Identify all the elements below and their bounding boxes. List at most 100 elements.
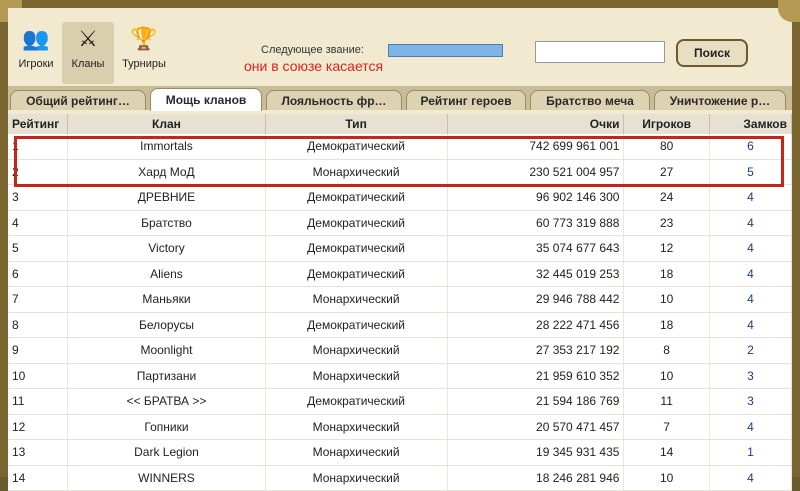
cell-points: 29 946 788 442 xyxy=(447,286,625,313)
cell-castles: 4 xyxy=(709,210,793,236)
header-rank[interactable]: Рейтинг xyxy=(8,114,69,134)
tab-hero-rating[interactable]: Рейтинг героев xyxy=(406,90,526,110)
next-rank-label: Следующее звание: xyxy=(261,44,364,56)
players-icon: 👥 xyxy=(22,26,50,51)
cell-players: 10 xyxy=(623,286,710,313)
game-window-frame: 👥 Игроки ⚔ Кланы 🏆 Турниры Следующее зва… xyxy=(0,0,800,491)
cell-castles: 4 xyxy=(709,286,793,313)
table-row[interactable]: 8 Белорусы Демократический 28 222 471 456 18… xyxy=(8,312,793,338)
cell-type: Монархический xyxy=(265,337,448,364)
table-row[interactable]: 13 Dark Legion Монархический 19 345 931 435… xyxy=(8,439,793,466)
cell-players: 8 xyxy=(623,337,710,364)
tab-destruction[interactable]: Уничтожение р… xyxy=(654,90,786,110)
cell-clan[interactable]: ДРЕВНИЕ xyxy=(67,184,266,211)
cell-castles: 2 xyxy=(709,337,793,364)
cell-clan[interactable]: Aliens xyxy=(67,261,266,287)
cell-clan[interactable]: Партизани xyxy=(67,363,266,389)
cell-castles: 4 xyxy=(709,235,793,262)
header-points[interactable]: Очки xyxy=(447,114,625,134)
nav-clans[interactable]: ⚔ Кланы xyxy=(62,22,114,84)
cell-points: 742 699 961 001 xyxy=(447,134,625,160)
cell-points: 20 570 471 457 xyxy=(447,414,625,440)
nav-clans-label: Кланы xyxy=(71,58,105,70)
cell-players: 27 xyxy=(623,159,710,185)
tab-loyalty[interactable]: Лояльность фр… xyxy=(266,90,402,110)
cell-castles: 5 xyxy=(709,159,793,185)
cell-points: 19 345 931 435 xyxy=(447,439,625,466)
cell-clan[interactable]: Хард МоД xyxy=(67,159,266,185)
cell-type: Монархический xyxy=(265,465,448,491)
tab-clan-power[interactable]: Мощь кланов xyxy=(150,88,262,111)
cell-clan[interactable]: Белорусы xyxy=(67,312,266,338)
cell-clan[interactable]: << БРАТВА >> xyxy=(67,388,266,415)
nav-tournaments[interactable]: 🏆 Турниры xyxy=(118,22,170,84)
cell-players: 11 xyxy=(623,388,710,415)
cell-clan[interactable]: Гопники xyxy=(67,414,266,440)
cell-points: 35 074 677 643 xyxy=(447,235,625,262)
cell-type: Монархический xyxy=(265,439,448,466)
cell-rank: 4 xyxy=(8,210,69,236)
table-row[interactable]: 1 Immortals Демократический 742 699 961 001… xyxy=(8,134,793,160)
cell-rank: 8 xyxy=(8,312,69,338)
cell-points: 27 353 217 192 xyxy=(447,337,625,364)
table-row[interactable]: 14 WINNERS Монархический 18 246 281 946 10 4 xyxy=(8,465,793,491)
cell-clan[interactable]: Immortals xyxy=(67,134,266,160)
nav-tournaments-label: Турниры xyxy=(122,58,166,70)
tab-general-rating[interactable]: Общий рейтинг… xyxy=(10,90,146,110)
cell-type: Демократический xyxy=(265,388,448,415)
cell-clan[interactable]: Братство xyxy=(67,210,266,236)
cell-castles: 4 xyxy=(709,184,793,211)
table-row[interactable]: 9 Moonlight Монархический 27 353 217 192 8 2 xyxy=(8,337,793,364)
cell-castles: 3 xyxy=(709,388,793,415)
cell-players: 12 xyxy=(623,235,710,262)
cell-clan[interactable]: WINNERS xyxy=(67,465,266,491)
table-row[interactable]: 12 Гопники Монархический 20 570 471 457 7 4 xyxy=(8,414,793,440)
table-row[interactable]: 4 Братство Демократический 60 773 319 888 23… xyxy=(8,210,793,236)
cell-castles: 4 xyxy=(709,312,793,338)
cell-castles: 6 xyxy=(709,134,793,160)
clans-icon: ⚔ xyxy=(78,26,98,51)
cell-rank: 6 xyxy=(8,261,69,287)
table-row[interactable]: 10 Партизани Монархический 21 959 610 352 10… xyxy=(8,363,793,389)
cell-rank: 3 xyxy=(8,184,69,211)
tournaments-icon: 🏆 xyxy=(130,26,158,51)
cell-rank: 5 xyxy=(8,235,69,262)
table-row[interactable]: 11 << БРАТВА >> Демократический 21 594 186 … xyxy=(8,388,793,415)
cell-type: Демократический xyxy=(265,261,448,287)
table-row[interactable]: 6 Aliens Демократический 32 445 019 253 18 4 xyxy=(8,261,793,287)
cell-rank: 13 xyxy=(8,439,69,466)
cell-clan[interactable]: Moonlight xyxy=(67,337,266,364)
table-row[interactable]: 2 Хард МоД Монархический 230 521 004 957 27 5 xyxy=(8,159,793,185)
cell-rank: 10 xyxy=(8,363,69,389)
cell-players: 24 xyxy=(623,184,710,211)
cell-type: Демократический xyxy=(265,134,448,160)
cell-players: 14 xyxy=(623,439,710,466)
header-players[interactable]: Игроков xyxy=(623,114,710,134)
cell-type: Монархический xyxy=(265,363,448,389)
header-type[interactable]: Тип xyxy=(265,114,448,134)
cell-points: 230 521 004 957 xyxy=(447,159,625,185)
cell-castles: 4 xyxy=(709,465,793,491)
cell-rank: 7 xyxy=(8,286,69,313)
table-row[interactable]: 7 Маньяки Монархический 29 946 788 442 10 4 xyxy=(8,286,793,313)
cell-players: 18 xyxy=(623,312,710,338)
table-row[interactable]: 5 Victory Демократический 35 074 677 643 12 4 xyxy=(8,235,793,262)
cell-clan[interactable]: Маньяки xyxy=(67,286,266,313)
cell-castles: 3 xyxy=(709,363,793,389)
cell-clan[interactable]: Victory xyxy=(67,235,266,262)
cell-type: Монархический xyxy=(265,159,448,185)
header-clan[interactable]: Клан xyxy=(67,114,266,134)
cell-castles: 1 xyxy=(709,439,793,466)
search-button[interactable]: Поиск xyxy=(676,39,748,67)
tab-sword-brotherhood[interactable]: Братство меча xyxy=(530,90,650,110)
cell-clan[interactable]: Dark Legion xyxy=(67,439,266,466)
cell-points: 18 246 281 946 xyxy=(447,465,625,491)
cell-points: 21 594 186 769 xyxy=(447,388,625,415)
search-input[interactable] xyxy=(535,41,665,63)
nav-players[interactable]: 👥 Игроки xyxy=(10,22,62,84)
cell-players: 80 xyxy=(623,134,710,160)
cell-type: Демократический xyxy=(265,184,448,211)
table-row[interactable]: 3 ДРЕВНИЕ Демократический 96 902 146 300 24 4 xyxy=(8,184,793,211)
cell-type: Демократический xyxy=(265,235,448,262)
header-castles[interactable]: Замков xyxy=(709,114,793,134)
